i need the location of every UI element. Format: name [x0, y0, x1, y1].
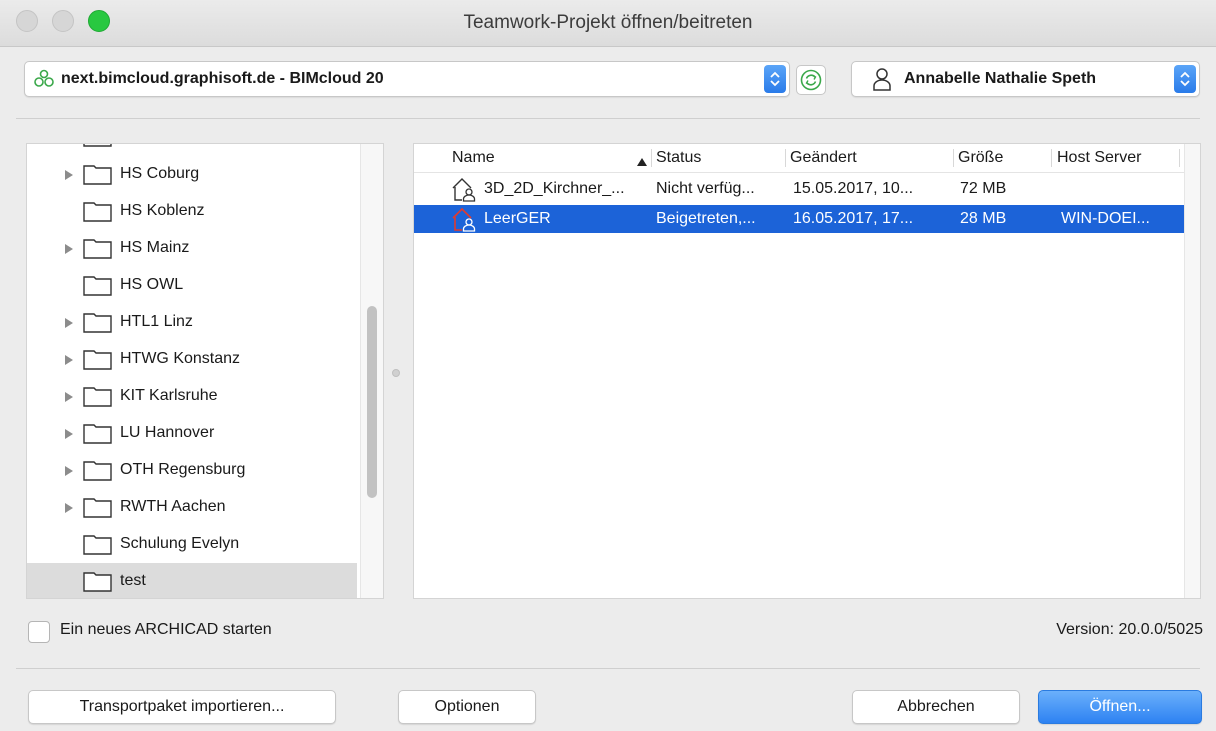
disclosure-triangle-icon[interactable]: [64, 353, 74, 371]
column-header-name[interactable]: Name: [452, 149, 495, 167]
tree-item-label: HTWG Konstanz: [120, 350, 241, 367]
column-divider: [1051, 149, 1052, 167]
project-changed: 15.05.2017, 10...: [793, 180, 914, 197]
window-title: Teamwork-Projekt öffnen/beitreten: [463, 12, 753, 33]
folder-icon: [83, 236, 113, 265]
disclosure-triangle-icon[interactable]: [64, 242, 74, 260]
tree-item[interactable]: LU Hannover: [27, 415, 357, 451]
project-status: Nicht verfüg...: [656, 180, 755, 197]
tree-item[interactable]: Schulung Evelyn: [27, 526, 357, 562]
server-select-stepper-icon[interactable]: [764, 65, 786, 93]
table-row[interactable]: 3D_2D_Kirchner_... Nicht verfüg... 15.05…: [414, 175, 1184, 203]
column-divider: [651, 149, 652, 167]
disclosure-triangle-icon[interactable]: [64, 464, 74, 482]
tree-item-label: HS OWL: [120, 276, 184, 293]
tree-item[interactable]: HS Mainz: [27, 230, 357, 266]
disclosure-triangle-icon[interactable]: [64, 390, 74, 408]
project-size: 28 MB: [960, 210, 1007, 227]
tree-item[interactable]: HTWG Konstanz: [27, 341, 357, 377]
tree-scrollbar[interactable]: [360, 144, 383, 598]
tree-item-label: LU Hannover: [120, 424, 215, 441]
splitter-handle[interactable]: [392, 369, 400, 377]
sort-ascending-icon: [636, 154, 648, 172]
tree-item-label: KIT Karlsruhe: [120, 387, 218, 404]
title-bar: Teamwork-Projekt öffnen/beitreten: [0, 0, 1216, 47]
tree-item-label: OTH Regensburg: [120, 461, 246, 478]
project-list[interactable]: Name Status Geändert Größe Host Server 3…: [413, 143, 1201, 599]
tree-item[interactable]: RWTH Aachen: [27, 489, 357, 525]
project-host: WIN-DOEI...: [1061, 210, 1150, 227]
tree-item-label: test: [120, 572, 146, 589]
user-icon: [872, 67, 892, 96]
folder-icon: [83, 273, 113, 302]
column-divider: [1179, 149, 1180, 167]
cancel-button[interactable]: Abbrechen: [852, 690, 1020, 724]
tree-item[interactable]: OTH Regensburg: [27, 452, 357, 488]
refresh-icon: [800, 69, 822, 91]
server-select[interactable]: next.bimcloud.graphisoft.de - BIMcloud 2…: [24, 61, 790, 97]
folder-icon: [83, 310, 113, 339]
project-name: LeerGER: [484, 210, 551, 227]
tree-item[interactable]: HS Koblenz: [27, 193, 357, 229]
tree-item-label: HTL1 Linz: [120, 313, 193, 330]
folder-icon: [83, 347, 113, 376]
new-archicad-checkbox[interactable]: [28, 621, 50, 643]
options-button[interactable]: Optionen: [398, 690, 536, 724]
new-archicad-label[interactable]: Ein neues ARCHICAD starten: [60, 621, 272, 639]
disclosure-triangle-icon[interactable]: [64, 501, 74, 519]
project-name: 3D_2D_Kirchner_...: [484, 180, 625, 197]
tree-item-label: HS Coburg: [120, 165, 200, 182]
table-row-selected[interactable]: LeerGER Beigetreten,... 16.05.2017, 17..…: [414, 205, 1184, 233]
project-list-scrollbar[interactable]: [1184, 144, 1200, 598]
tree-scrollbar-thumb[interactable]: [367, 306, 377, 498]
tree-item-label: HS Koblenz: [120, 202, 205, 219]
column-header-status[interactable]: Status: [656, 149, 701, 167]
disclosure-triangle-icon[interactable]: [64, 427, 74, 445]
project-size: 72 MB: [960, 180, 1007, 197]
tree-item[interactable]: KIT Karlsruhe: [27, 378, 357, 414]
open-button[interactable]: Öffnen...: [1038, 690, 1202, 724]
import-transport-package-button[interactable]: Transportpaket importieren...: [28, 690, 336, 724]
folder-tree[interactable]: HS Coburg HS Koblenz HS Mainz HS OWL HTL…: [26, 143, 384, 599]
tree-item-label: HS Mainz: [120, 239, 190, 256]
server-name: next.bimcloud.graphisoft.de - BIMcloud 2…: [61, 70, 384, 87]
user-select[interactable]: Annabelle Nathalie Speth: [851, 61, 1200, 97]
disclosure-triangle-icon[interactable]: [64, 316, 74, 334]
teamwork-project-icon: [450, 176, 478, 207]
folder-icon: [83, 384, 113, 413]
folder-icon: [83, 569, 113, 598]
user-name: Annabelle Nathalie Speth: [904, 70, 1097, 87]
version-label: Version: 20.0.0/5025: [1056, 621, 1203, 638]
folder-icon: [83, 532, 113, 561]
refresh-button[interactable]: [796, 65, 826, 95]
column-divider: [953, 149, 954, 167]
bottom-separator: [16, 668, 1200, 669]
tree-item[interactable]: HS OWL: [27, 267, 357, 303]
project-status: Beigetreten,...: [656, 210, 756, 227]
folder-icon: [83, 199, 113, 228]
tree-item-label: RWTH Aachen: [120, 498, 226, 515]
column-header-changed[interactable]: Geändert: [790, 149, 857, 167]
folder-icon: [83, 495, 113, 524]
user-select-stepper-icon[interactable]: [1174, 65, 1196, 93]
tree-item[interactable]: HS Coburg: [27, 156, 357, 192]
teamwork-project-joined-icon: [450, 206, 478, 237]
tree-item-partial: [27, 144, 357, 154]
top-separator: [16, 118, 1200, 119]
folder-icon: [83, 144, 113, 153]
project-changed: 16.05.2017, 17...: [793, 210, 914, 227]
project-list-header: Name Status Geändert Größe Host Server: [414, 144, 1184, 173]
column-header-host[interactable]: Host Server: [1057, 149, 1141, 167]
tree-item-selected[interactable]: test: [27, 563, 357, 598]
folder-icon: [83, 421, 113, 450]
tree-item[interactable]: HTL1 Linz: [27, 304, 357, 340]
column-divider: [785, 149, 786, 167]
server-nodes-icon: [33, 69, 55, 94]
folder-icon: [83, 162, 113, 191]
disclosure-triangle-icon[interactable]: [64, 168, 74, 186]
column-header-size[interactable]: Größe: [958, 149, 1003, 167]
folder-icon: [83, 458, 113, 487]
tree-item-label: Schulung Evelyn: [120, 535, 240, 552]
